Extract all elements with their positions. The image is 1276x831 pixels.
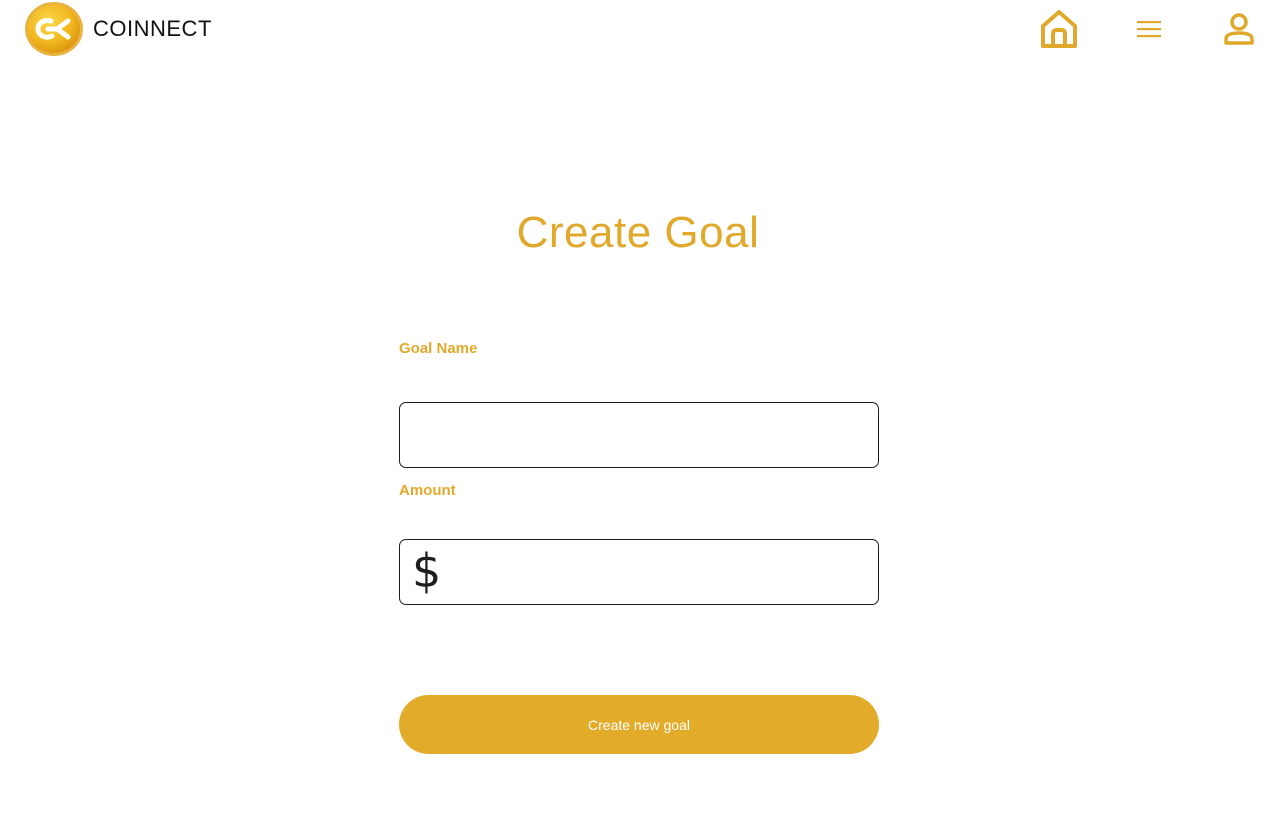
goal-name-field-container <box>399 402 879 468</box>
hamburger-menu-icon <box>1137 21 1161 38</box>
create-new-goal-button[interactable]: Create new goal <box>399 695 879 754</box>
menu-button[interactable] <box>1134 15 1164 43</box>
coinnect-logo-icon <box>25 2 83 56</box>
goal-name-label: Goal Name <box>399 340 478 357</box>
dollar-sign-icon: $ <box>412 544 442 598</box>
amount-input[interactable] <box>400 540 878 604</box>
goal-name-input[interactable] <box>400 403 878 467</box>
create-goal-page: COINNECT Create Goal Goal Name Amount $ … <box>0 0 1276 831</box>
amount-field-container: $ <box>399 539 879 605</box>
page-title: Create Goal <box>516 208 760 257</box>
home-button[interactable] <box>1039 8 1079 50</box>
user-icon <box>1224 13 1254 45</box>
home-icon <box>1041 10 1077 48</box>
profile-button[interactable] <box>1222 12 1256 46</box>
amount-label: Amount <box>399 482 456 499</box>
brand-name: COINNECT <box>93 16 212 41</box>
brand[interactable]: COINNECT <box>24 1 212 57</box>
